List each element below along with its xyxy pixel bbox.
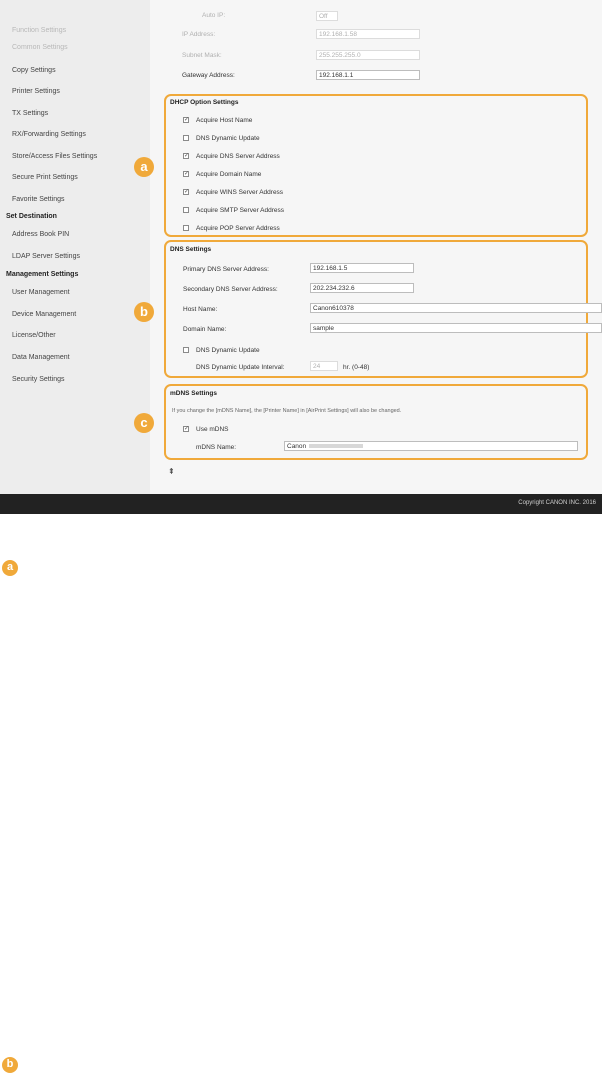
sidebar-item-license-other[interactable]: License/Other [12, 332, 56, 339]
sidebar-item-common-settings[interactable]: Common Settings [12, 44, 68, 51]
domain-name-input[interactable]: sample [310, 323, 602, 333]
subnet-mask-label: Subnet Mask: [182, 52, 222, 59]
sidebar-item-address-book-pin[interactable]: Address Book PIN [12, 231, 69, 238]
sidebar-item-function-settings: Function Settings [12, 27, 67, 34]
sidebar-item-device-management[interactable]: Device Management [12, 311, 76, 318]
sidebar-item-tx-settings[interactable]: TX Settings [12, 110, 48, 117]
mdns-name-value: Canon [287, 443, 307, 450]
sidebar-item-printer-settings[interactable]: Printer Settings [12, 88, 60, 95]
dns-update-interval-input[interactable]: 24 [310, 361, 338, 371]
sidebar-item-user-management[interactable]: User Management [12, 289, 70, 296]
back-to-top-icon[interactable]: ⇞ [168, 467, 175, 476]
dns-dynamic-update-checkbox[interactable] [183, 347, 189, 353]
domain-name-label: Domain Name: [183, 326, 227, 333]
dns-settings-title: DNS Settings [170, 246, 212, 253]
dns-update-interval-unit: hr. (0-48) [343, 364, 370, 371]
acquire-dns-server-address-checkbox[interactable]: ✓ [183, 153, 189, 159]
sidebar-item-copy-settings[interactable]: Copy Settings [12, 67, 56, 74]
ip-address-label: IP Address: [182, 31, 216, 38]
mdns-note: If you change the [mDNS Name], the [Prin… [172, 408, 402, 414]
acquire-domain-name-checkbox[interactable]: ✓ [183, 171, 189, 177]
sidebar-item-secure-print-settings[interactable]: Secure Print Settings [12, 174, 78, 181]
footer: Copyright CANON INC. 2016 [0, 494, 602, 514]
sidebar-item-ldap-server-settings[interactable]: LDAP Server Settings [12, 253, 80, 260]
auto-ip-label: Auto IP: [202, 12, 226, 19]
acquire-smtp-server-address-label: Acquire SMTP Server Address [196, 207, 285, 214]
callout-badge-a: a [134, 157, 154, 177]
mdns-name-input[interactable]: Canon [284, 441, 578, 451]
main-content: Auto IP: Off IP Address: 192.168.1.58 Su… [150, 0, 602, 494]
dhcp-dns-dynamic-update-checkbox[interactable] [183, 135, 189, 141]
dhcp-option-title: DHCP Option Settings [170, 99, 239, 106]
secondary-dns-input[interactable]: 202.234.232.6 [310, 283, 414, 293]
sidebar-item-data-management[interactable]: Data Management [12, 354, 70, 361]
mdns-settings-title: mDNS Settings [170, 390, 217, 397]
primary-dns-input[interactable]: 192.168.1.5 [310, 263, 414, 273]
auto-ip-select[interactable]: Off [316, 11, 338, 21]
gateway-address-input[interactable]: 192.168.1.1 [316, 70, 420, 80]
dhcp-option-highlight [164, 94, 588, 237]
mdns-name-redacted [309, 444, 364, 449]
host-name-input[interactable]: Canon610378 [310, 303, 602, 313]
use-mdns-label: Use mDNS [196, 426, 229, 433]
callout-badge-c: c [134, 413, 154, 433]
acquire-pop-server-address-label: Acquire POP Server Address [196, 225, 280, 232]
sidebar-section-management-settings: Management Settings [6, 271, 79, 278]
acquire-dns-server-address-label: Acquire DNS Server Address [196, 153, 280, 160]
mdns-name-label: mDNS Name: [196, 444, 237, 451]
acquire-host-name-label: Acquire Host Name [196, 117, 253, 124]
primary-dns-label: Primary DNS Server Address: [183, 266, 269, 273]
copyright-text: Copyright CANON INC. 2016 [518, 500, 596, 506]
dns-dynamic-update-label: DNS Dynamic Update [196, 347, 260, 354]
host-name-label: Host Name: [183, 306, 218, 313]
subnet-mask-input[interactable]: 255.255.255.0 [316, 50, 420, 60]
sidebar: Function Settings Common Settings Copy S… [0, 0, 150, 494]
acquire-domain-name-label: Acquire Domain Name [196, 171, 262, 178]
sidebar-section-set-destination: Set Destination [6, 213, 57, 220]
sidebar-item-security-settings[interactable]: Security Settings [12, 376, 65, 383]
legend-badge-b: b [2, 1057, 18, 1073]
dhcp-dns-dynamic-update-label: DNS Dynamic Update [196, 135, 260, 142]
acquire-wins-server-address-checkbox[interactable]: ✓ [183, 189, 189, 195]
sidebar-item-store-access-files-settings[interactable]: Store/Access Files Settings [12, 153, 97, 160]
acquire-smtp-server-address-checkbox[interactable] [183, 207, 189, 213]
use-mdns-checkbox[interactable]: ✓ [183, 426, 189, 432]
sidebar-item-favorite-settings[interactable]: Favorite Settings [12, 196, 65, 203]
legend-badge-a: a [2, 560, 18, 576]
acquire-wins-server-address-label: Acquire WINS Server Address [196, 189, 284, 196]
ip-address-input[interactable]: 192.168.1.58 [316, 29, 420, 39]
secondary-dns-label: Secondary DNS Server Address: [183, 286, 278, 293]
callout-badge-b: b [134, 302, 154, 322]
sidebar-item-rx-forwarding-settings[interactable]: RX/Forwarding Settings [12, 131, 86, 138]
gateway-address-label: Gateway Address: [182, 72, 235, 79]
dns-update-interval-label: DNS Dynamic Update Interval: [196, 364, 285, 371]
acquire-pop-server-address-checkbox[interactable] [183, 225, 189, 231]
screenshot-frame: Function Settings Common Settings Copy S… [0, 0, 602, 514]
acquire-host-name-checkbox[interactable]: ✓ [183, 117, 189, 123]
